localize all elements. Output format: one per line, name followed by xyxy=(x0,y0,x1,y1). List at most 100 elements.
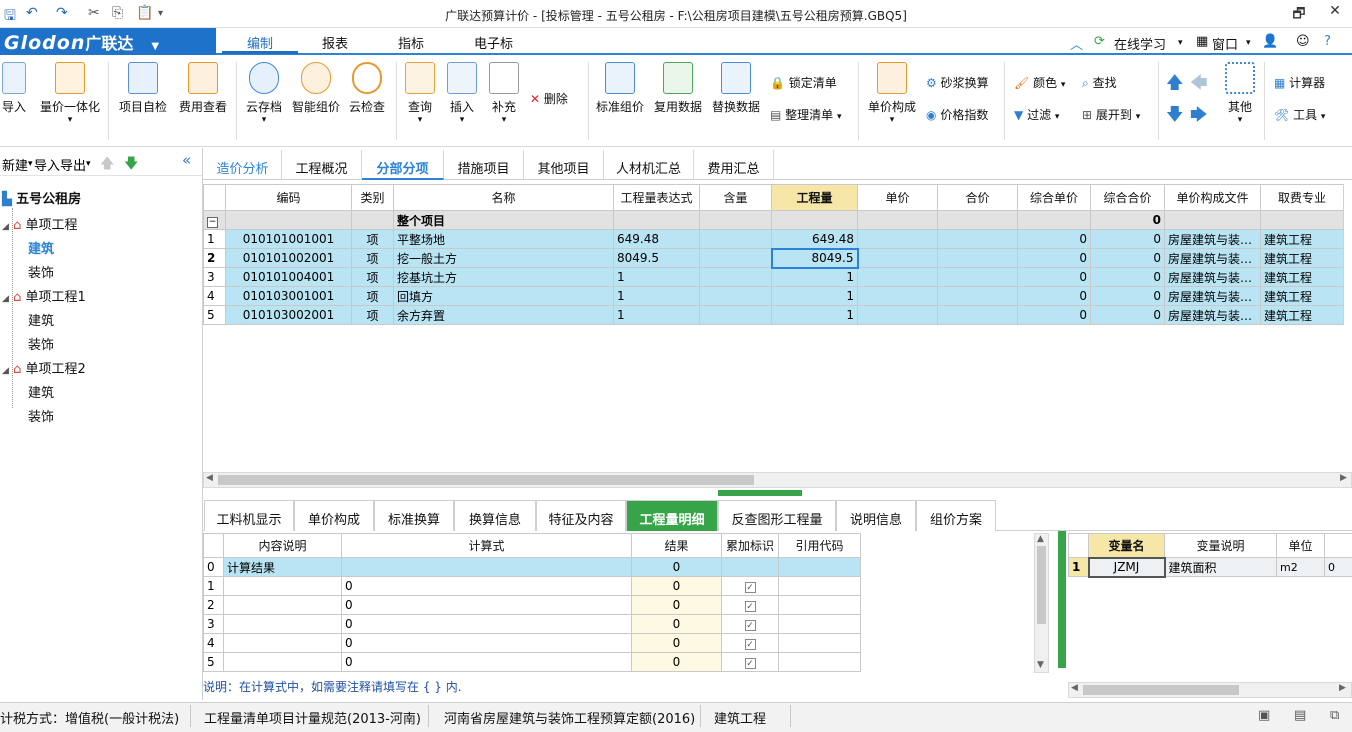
tab-conversion-info[interactable]: 换算信息 xyxy=(454,500,536,531)
desc-cell[interactable] xyxy=(223,576,342,596)
scroll-thumb[interactable] xyxy=(1037,546,1046,624)
ref-code-cell[interactable] xyxy=(778,557,861,577)
tab-features-content[interactable]: 特征及内容 xyxy=(536,500,626,531)
tree-item-decoration-1[interactable]: 装饰 xyxy=(28,334,54,353)
table-row[interactable]: 1 010101001001 项 平整场地 649.48 649.48 0 0 … xyxy=(203,229,1344,249)
tab-labor-material[interactable]: 工料机显示 xyxy=(204,500,294,531)
tree-item-construction-2[interactable]: 建筑 xyxy=(28,382,54,401)
help-icon[interactable]: ? xyxy=(1324,34,1331,49)
desc-cell[interactable] xyxy=(223,614,342,634)
tree-item-single-project-2[interactable]: ◢ ⌂ 单项工程2 xyxy=(2,358,86,377)
move-left-icon[interactable]: 🡄 xyxy=(1190,70,1208,99)
accumulate-cell[interactable]: ✓ xyxy=(721,652,779,672)
expr-cell[interactable]: 1 xyxy=(613,267,700,287)
formula-cell[interactable]: 0 xyxy=(341,576,632,596)
expr-cell[interactable]: 8049.5 xyxy=(613,248,700,268)
table-row[interactable]: 1 0 0 ✓ xyxy=(203,576,861,596)
type-cell[interactable]: 项 xyxy=(351,248,394,268)
tree-item-decoration[interactable]: 装饰 xyxy=(28,262,54,281)
price-file-cell[interactable]: 房屋建筑与装… xyxy=(1164,229,1261,249)
composite-total-cell[interactable]: 0 xyxy=(1090,229,1165,249)
column-header-quantity[interactable]: 工程量 xyxy=(771,184,858,211)
column-header[interactable]: 综合单价 xyxy=(1017,184,1091,211)
move-down-icon[interactable]: 🡇 xyxy=(1166,102,1183,131)
var-value-cell[interactable]: 0 xyxy=(1324,557,1352,577)
collapse-icon[interactable]: − xyxy=(207,216,218,228)
collapse-panel-icon[interactable]: « xyxy=(182,151,191,169)
column-header[interactable]: 变量说明 xyxy=(1164,533,1277,558)
import-export-dropdown-icon[interactable]: ▾ xyxy=(86,159,91,169)
checkbox-checked-icon[interactable]: ✓ xyxy=(744,601,756,612)
price-file-cell[interactable]: 房屋建筑与装… xyxy=(1164,248,1261,268)
move-right-icon[interactable]: 🡆 xyxy=(1190,102,1208,131)
table-row[interactable]: 2 0 0 ✓ xyxy=(203,595,861,615)
import-export-button[interactable]: 导入导出 xyxy=(34,155,86,174)
cloud-save-button[interactable]: 云存档 ▾ xyxy=(242,62,286,125)
column-header[interactable]: 单价 xyxy=(857,184,938,211)
composite-unit-price-cell[interactable]: 0 xyxy=(1017,248,1091,268)
filter-button[interactable]: ▼ 过滤 ▾ xyxy=(1014,106,1059,123)
user-icon[interactable]: 👤 xyxy=(1262,34,1278,49)
tab-unit-price-comp[interactable]: 单价构成 xyxy=(294,500,374,531)
var-name-cell[interactable]: JZMJ xyxy=(1087,556,1166,578)
code-cell[interactable]: 010103002001 xyxy=(225,305,352,325)
unit-price-cell[interactable] xyxy=(857,305,938,325)
new-button[interactable]: 新建 xyxy=(0,155,28,174)
color-button[interactable]: 🖌 颜色 ▾ xyxy=(1014,74,1065,91)
var-panel-splitter[interactable] xyxy=(1058,531,1066,668)
tab-cost-analysis[interactable]: 造价分析 xyxy=(204,150,282,180)
formula-cell[interactable] xyxy=(341,557,632,577)
scroll-thumb[interactable] xyxy=(1083,685,1239,695)
column-header[interactable]: 含量 xyxy=(699,184,772,211)
move-up-icon[interactable]: 🡅 xyxy=(1166,70,1183,99)
column-header[interactable]: 单价构成文件 xyxy=(1164,184,1261,211)
tab-labor-material-summary[interactable]: 人材机汇总 xyxy=(604,150,694,180)
scroll-up-icon[interactable]: ▲ xyxy=(1037,534,1044,544)
scroll-left-icon[interactable]: ◀ xyxy=(1071,683,1078,693)
scroll-right-icon[interactable]: ▶ xyxy=(1339,683,1346,693)
tab-reverse-lookup[interactable]: 反查图形工程量 xyxy=(718,500,836,531)
content-cell[interactable] xyxy=(699,229,772,249)
column-header[interactable]: 类别 xyxy=(351,184,394,211)
quantity-cell[interactable]: 649.48 xyxy=(771,229,858,249)
desc-cell[interactable] xyxy=(223,595,342,615)
column-header[interactable]: 变量名 xyxy=(1088,533,1165,558)
formula-cell[interactable]: 0 xyxy=(341,652,632,672)
table-row[interactable]: 5 0 0 ✓ xyxy=(203,652,861,672)
calculator-button[interactable]: ▦ 计算器 xyxy=(1274,74,1325,91)
desc-cell[interactable]: 计算结果 xyxy=(223,557,342,577)
organize-list-button[interactable]: ▤ 整理清单 ▾ xyxy=(770,106,842,123)
tree-item-single-project-1[interactable]: ◢ ⌂ 单项工程1 xyxy=(2,286,86,305)
column-header[interactable]: 合价 xyxy=(937,184,1018,211)
tree-item-construction-1[interactable]: 建筑 xyxy=(28,310,54,329)
code-cell[interactable]: 010103001001 xyxy=(225,286,352,306)
fee-major-cell[interactable]: 建筑工程 xyxy=(1260,286,1344,306)
code-cell[interactable]: 010101001001 xyxy=(225,229,352,249)
app-logo[interactable]: Glodon广联达 ▼ xyxy=(0,28,216,55)
tab-std-conversion[interactable]: 标准换算 xyxy=(374,500,454,531)
desc-cell[interactable] xyxy=(223,652,342,672)
composite-total-cell[interactable]: 0 xyxy=(1090,286,1165,306)
price-file-cell[interactable]: 房屋建筑与装… xyxy=(1164,305,1261,325)
tab-measures[interactable]: 措施项目 xyxy=(444,150,524,180)
expand-to-button[interactable]: ⊞ 展开到 ▾ xyxy=(1082,106,1140,123)
find-button[interactable]: ⌕ 查找 xyxy=(1082,74,1117,91)
column-header[interactable]: 名称 xyxy=(393,184,614,211)
tab-quantity-detail[interactable]: 工程量明细 xyxy=(626,500,718,531)
menu-tab-etender[interactable]: 电子标 xyxy=(474,33,513,52)
composite-total-cell[interactable]: 0 xyxy=(1090,305,1165,325)
unit-price-cell[interactable] xyxy=(857,267,938,287)
type-cell[interactable]: 项 xyxy=(351,267,394,287)
unit-price-cell[interactable] xyxy=(857,229,938,249)
type-cell[interactable]: 项 xyxy=(351,229,394,249)
fee-view-button[interactable]: 费用查看 xyxy=(176,62,230,115)
replace-data-button[interactable]: 替换数据 xyxy=(710,62,762,115)
layout-grid-icon[interactable]: ▤ xyxy=(1294,708,1306,723)
name-cell[interactable]: 回填方 xyxy=(393,286,614,306)
accumulate-cell[interactable]: ✓ xyxy=(721,614,779,634)
import-button[interactable]: 导入 xyxy=(0,62,28,115)
detail-vertical-scrollbar[interactable]: ▲ ▼ xyxy=(1034,533,1049,673)
layout-single-icon[interactable]: ▣ xyxy=(1258,708,1270,723)
tree-item-project[interactable]: ▙ 五号公租房 xyxy=(2,188,81,207)
type-cell[interactable]: 项 xyxy=(351,286,394,306)
